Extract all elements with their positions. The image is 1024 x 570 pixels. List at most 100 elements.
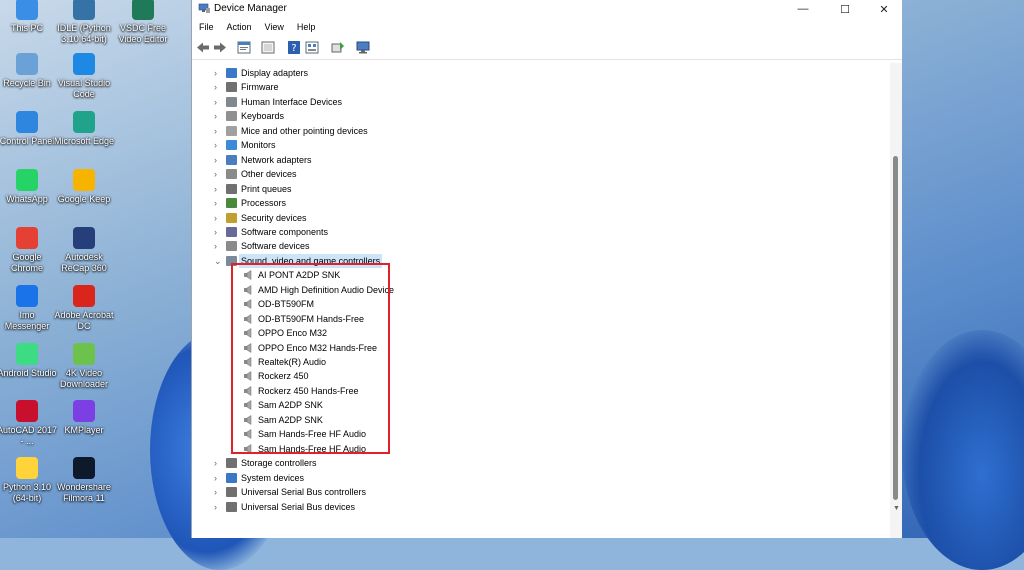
desktop-icon[interactable]: KMPlayer [53,400,115,436]
desktop-icon[interactable]: Microsoft Edge [53,111,115,147]
desktop-icon[interactable]: IDLE (Python 3.10 64-bit) [53,0,115,45]
processor-icon [226,198,237,209]
chevron-right-icon[interactable]: › [214,225,222,239]
vertical-scrollbar[interactable]: ▼ [890,63,902,538]
desktop-icon-label: WhatsApp [6,194,48,204]
maximize-button[interactable]: ☐ [826,0,864,18]
desktop-icon-label: Microsoft Edge [53,136,115,146]
device-manager-icon [198,3,210,13]
chevron-right-icon[interactable]: › [214,124,222,138]
menu-file[interactable]: File [192,20,220,36]
desktop-icon[interactable]: WhatsApp [0,169,58,205]
pc-icon [16,0,38,20]
menu-action[interactable]: Action [220,20,258,36]
network-adapter-icon [226,154,237,165]
desktop-icon-label: Wondershare Filmora 11 [57,482,111,503]
recycle-bin-icon [16,53,38,75]
desktop-icon-label: AutoCAD 2017 - ... [0,425,58,446]
storage-controller-icon [226,458,237,469]
desktop-icon-label: Imo Messenger [4,310,50,331]
desktop-icon[interactable]: Adobe Acrobat DC [53,285,115,332]
tree-category-label: Mice and other pointing devices [241,125,368,136]
python-idle-icon [73,0,95,20]
tree-category-label: Storage controllers [241,458,317,469]
desktop-icon[interactable]: Wondershare Filmora 11 [53,457,115,504]
other-devices-icon [226,169,237,180]
minimize-button[interactable]: — [784,0,822,18]
forward-icon[interactable] [213,41,227,54]
desktop-icon[interactable]: Recycle Bin [0,53,58,89]
filmora-icon [73,457,95,479]
desktop-icon[interactable]: AutoCAD 2017 - ... [0,400,58,447]
desktop-icon-label: Recycle Bin [3,78,51,88]
desktop-icon[interactable]: Android Studio [0,343,58,379]
desktop-icon[interactable]: Python 3.10 (64-bit) [0,457,58,504]
tree-category-label: Universal Serial Bus controllers [241,487,367,498]
help-icon[interactable]: ? [287,41,301,54]
chevron-right-icon[interactable]: › [214,239,222,253]
chevron-right-icon[interactable]: › [214,109,222,123]
chevron-right-icon[interactable]: › [214,95,222,109]
scrollbar-thumb[interactable] [893,156,898,500]
usb-device-icon [226,501,237,512]
tree-category-label: Display adapters [241,68,309,78]
chevron-right-icon[interactable]: › [214,500,222,514]
back-icon[interactable] [196,41,210,54]
desktop-icon[interactable]: Autodesk ReCap 360 [53,227,115,274]
close-button[interactable]: ✕ [865,0,903,18]
scroll-down-arrow[interactable]: ▼ [893,505,900,512]
desktop-icon-label: Google Chrome [10,252,43,273]
chevron-right-icon[interactable]: › [214,138,222,152]
desktop-icon-label: Autodesk ReCap 360 [61,252,107,273]
chevron-right-icon[interactable]: › [214,471,222,485]
chevron-right-icon[interactable]: › [214,167,222,181]
desktop-icon[interactable]: 4K Video Downloader [53,343,115,390]
desktop-icon[interactable]: VSDC Free Video Editor [112,0,174,45]
chevron-right-icon[interactable]: › [214,66,222,80]
properties-icon[interactable] [237,41,251,54]
chevron-right-icon[interactable]: › [214,196,222,210]
tree-category-label: Software components [241,226,329,237]
desktop-icon[interactable]: Google Keep [53,169,115,205]
software-device-icon [226,241,237,252]
chevron-right-icon[interactable]: › [214,182,222,196]
tree-category-label: Print queues [241,183,292,194]
desktop-icon[interactable]: Visual Studio Code [53,53,115,100]
view-icon[interactable] [305,41,319,54]
desktop-icon-label: Google Keep [57,194,111,204]
printer-icon [226,183,237,194]
chevron-right-icon[interactable]: › [214,485,222,499]
tree-category-label: Software devices [241,241,310,252]
menu-view[interactable]: View [258,20,290,36]
system-device-icon [226,472,237,483]
edge-icon [73,111,95,133]
tree-category-label: System devices [241,472,305,483]
desktop-icon[interactable]: Imo Messenger [0,285,58,332]
desktop-icon[interactable]: Google Chrome [0,227,58,274]
menu-help[interactable]: Help [290,20,322,36]
desktop-icon[interactable]: This PC [0,0,58,34]
desktop-icon-label: 4K Video Downloader [59,368,109,389]
chevron-right-icon[interactable]: › [214,80,222,94]
chrome-icon [16,227,38,249]
mouse-icon [226,125,237,136]
desktop-icon-label: Android Studio [0,368,57,378]
show-hidden-icon[interactable] [261,41,275,54]
scan-hardware-icon[interactable] [356,41,370,54]
highlight-box [231,263,390,454]
chevron-down-icon[interactable]: ⌄ [214,254,222,268]
desktop-icon[interactable]: Control Panel [0,111,58,147]
tree-category-label: Network adapters [241,154,312,165]
title-bar[interactable]: Device Manager — ☐ ✕ [192,0,902,18]
chevron-right-icon[interactable]: › [214,153,222,167]
desktop-icon-label: Visual Studio Code [57,78,111,99]
usb-controller-icon [226,487,237,498]
desktop-icon-label: Control Panel [0,136,55,146]
chevron-right-icon[interactable]: › [214,456,222,470]
tree-category-label: Universal Serial Bus devices [241,501,356,512]
menu-bar: File Action View Help [192,20,321,36]
tree-category-label: Human Interface Devices [241,96,343,107]
update-driver-icon[interactable] [331,41,345,54]
software-component-icon [226,226,237,237]
chevron-right-icon[interactable]: › [214,211,222,225]
